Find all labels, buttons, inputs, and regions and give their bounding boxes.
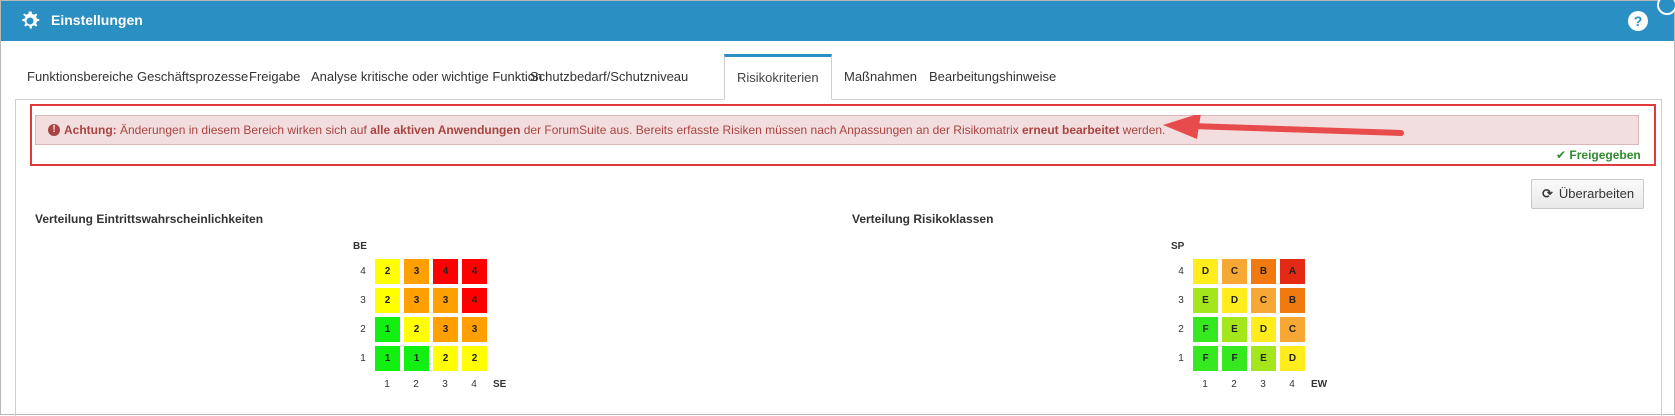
status-approved: ✔ Freigegeben [1556,148,1641,162]
tab-massnahmen[interactable]: Maßnahmen [832,54,929,100]
column-label: 4 [1289,379,1295,390]
tab-analyse[interactable]: Analyse kritische oder wichtige Funktion [299,54,554,100]
tab-bearbeitungshinweise[interactable]: Bearbeitungshinweise [917,54,1068,100]
checkmark-icon: ✔ [1556,148,1567,162]
matrix-cell: 3 [404,259,429,284]
matrix-cell: 1 [404,346,429,371]
matrix-cell: 3 [433,288,458,313]
column-label: 4 [471,379,477,390]
tabs-divider [15,99,1662,100]
matrix-cell: C [1251,288,1276,313]
matrix-cell: F [1222,346,1247,371]
matrix-left-title: Verteilung Eintrittswahrscheinlichkeiten [35,212,264,226]
matrix-cell: B [1280,288,1305,313]
matrix-right-title: Verteilung Risikoklassen [852,212,994,226]
tab-schutzbedarf[interactable]: Schutzbedarf/Schutzniveau [518,54,700,100]
row-label: 2 [360,324,366,335]
matrix-cell: D [1251,317,1276,342]
column-label: 2 [413,379,419,390]
matrix-cell: D [1222,288,1247,313]
title-bar: Einstellungen ? [1,1,1674,41]
edit-button-label: Überarbeiten [1558,186,1635,201]
window-title: Einstellungen [51,12,143,28]
help-icon[interactable]: ? [1628,11,1648,31]
matrix-cell: B [1251,259,1276,284]
gear-icon [22,11,40,29]
matrix-cell: 3 [462,317,487,342]
column-label: 1 [384,379,390,390]
matrix-cell: 4 [462,288,487,313]
matrix-cell: D [1193,259,1218,284]
matrix-cell: 3 [433,317,458,342]
matrix-cell: 1 [375,346,400,371]
close-icon[interactable] [1657,0,1675,15]
settings-window: Einstellungen ? Funktionsbereiche Geschä… [0,0,1675,416]
row-label: 4 [360,266,366,277]
tab-risikokriterien[interactable]: Risikokriterien [724,54,832,100]
column-label: 2 [1231,379,1237,390]
matrix-cell: C [1222,259,1247,284]
row-label: 1 [1178,353,1184,364]
matrix-cell: E [1251,346,1276,371]
annotation-arrow-icon [1163,115,1404,139]
y-axis-label: BE [353,241,367,252]
column-label: 1 [1202,379,1208,390]
matrix-cell: 3 [404,288,429,313]
row-label: 3 [1178,295,1184,306]
x-axis-label: EW [1311,379,1328,390]
status-label: Freigegeben [1569,148,1641,162]
column-label: 3 [1260,379,1266,390]
matrix-cell: F [1193,317,1218,342]
matrix-cell: 4 [433,259,458,284]
matrix-cell: 2 [375,259,400,284]
edit-button[interactable]: ⟳ Überarbeiten [1531,179,1644,209]
matrix-cell: F [1193,346,1218,371]
row-label: 1 [360,353,366,364]
matrix-cell: E [1193,288,1218,313]
matrix-cell: C [1280,317,1305,342]
row-label: 4 [1178,266,1184,277]
annotation-highlight-box [30,104,1656,166]
row-label: 2 [1178,324,1184,335]
y-axis-label: SP [1171,241,1185,252]
matrix-cell: 2 [433,346,458,371]
matrix-cell: D [1280,346,1305,371]
row-label: 3 [360,295,366,306]
refresh-icon: ⟳ [1542,186,1553,201]
matrix-cell: 2 [462,346,487,371]
matrix-cell: E [1222,317,1247,342]
x-axis-label: SE [493,379,507,390]
column-label: 3 [442,379,448,390]
matrix-cell: 4 [462,259,487,284]
matrix-cell: A [1280,259,1305,284]
matrix-cell: 2 [404,317,429,342]
matrix-cell: 2 [375,288,400,313]
matrix-cell: 1 [375,317,400,342]
